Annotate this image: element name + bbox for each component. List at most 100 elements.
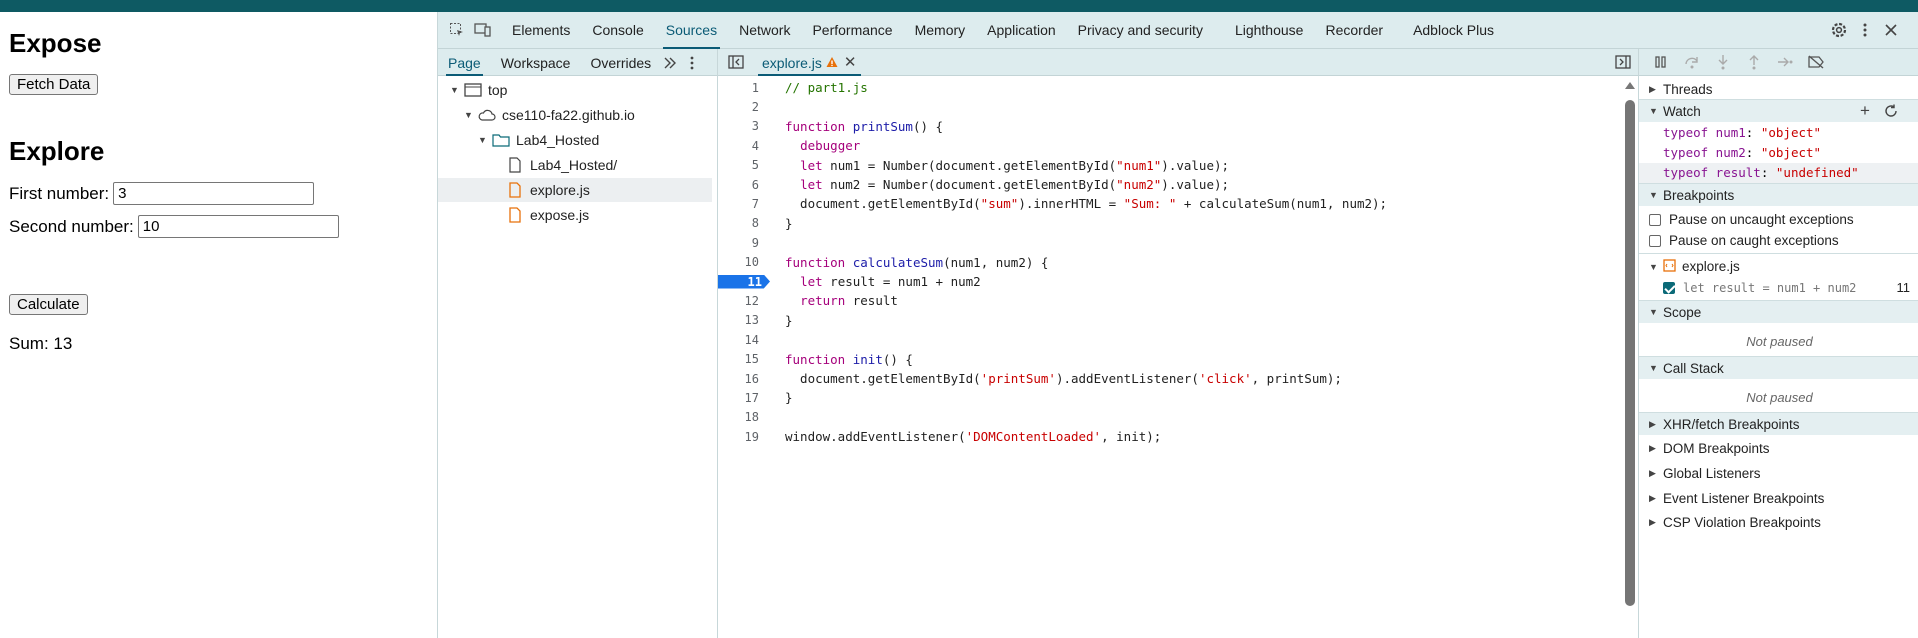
step-into-icon[interactable] bbox=[1707, 51, 1738, 73]
step-icon[interactable] bbox=[1769, 51, 1800, 73]
tab-recorder[interactable]: Recorder bbox=[1314, 12, 1394, 49]
tab-application[interactable]: Application bbox=[976, 12, 1067, 49]
second-number-input[interactable] bbox=[137, 215, 339, 238]
pause-caught-row[interactable]: Pause on caught exceptions bbox=[1649, 230, 1839, 251]
line-number[interactable]: 3 bbox=[718, 119, 761, 133]
settings-gear-icon[interactable] bbox=[1829, 20, 1849, 40]
code-line[interactable]: 10 function calculateSum(num1, num2) { bbox=[718, 253, 1618, 272]
chevron-more-tabs-icon[interactable] bbox=[660, 53, 680, 73]
tab-adblock-plus[interactable]: Adblock Plus bbox=[1402, 12, 1505, 49]
code-line[interactable]: 18 bbox=[718, 408, 1618, 427]
pause-uncaught-checkbox[interactable] bbox=[1649, 213, 1661, 226]
first-number-input[interactable] bbox=[113, 182, 315, 205]
device-toolbar-icon[interactable] bbox=[473, 20, 493, 40]
pause-caught-checkbox[interactable] bbox=[1649, 234, 1661, 247]
refresh-watch-icon[interactable] bbox=[1884, 104, 1898, 121]
tab-network[interactable]: Network bbox=[728, 12, 801, 49]
tab-elements[interactable]: Elements bbox=[501, 12, 581, 49]
nav-tab-workspace[interactable]: Workspace bbox=[491, 49, 581, 76]
line-number[interactable]: 5 bbox=[718, 158, 761, 172]
scope-section[interactable]: ▼ Scope bbox=[1639, 300, 1918, 323]
scroll-up-icon[interactable] bbox=[1625, 82, 1635, 89]
nav-tab-page[interactable]: Page bbox=[438, 49, 491, 76]
nav-tab-overrides[interactable]: Overrides bbox=[580, 49, 661, 76]
event-listener-breakpoints-section[interactable]: ▶ Event Listener Breakpoints bbox=[1639, 487, 1918, 510]
code-line[interactable]: 9 bbox=[718, 233, 1618, 252]
code-line[interactable]: 4 debugger bbox=[718, 136, 1618, 155]
watch-section[interactable]: ▼ Watch + bbox=[1639, 99, 1918, 122]
dom-breakpoints-section[interactable]: ▶ DOM Breakpoints bbox=[1639, 437, 1918, 460]
pause-resume-icon[interactable] bbox=[1645, 51, 1676, 73]
editor-tab-explore-js[interactable]: explore.js ✕ bbox=[754, 49, 865, 76]
line-number[interactable]: 4 bbox=[718, 139, 761, 153]
watch-expression[interactable]: typeof num1: "object" bbox=[1663, 123, 1821, 143]
line-number[interactable]: 16 bbox=[718, 372, 761, 386]
code-line[interactable]: 14 bbox=[718, 330, 1618, 349]
tab-performance[interactable]: Performance bbox=[801, 12, 903, 49]
code-line[interactable]: 16 document.getElementById('printSum').a… bbox=[718, 369, 1618, 388]
line-number[interactable]: 8 bbox=[718, 216, 761, 230]
editor-scrollbar[interactable] bbox=[1620, 76, 1638, 638]
tree-item-folder[interactable]: ▼ Lab4_Hosted bbox=[478, 128, 599, 152]
global-listeners-section[interactable]: ▶ Global Listeners bbox=[1639, 462, 1918, 485]
tab-console[interactable]: Console bbox=[581, 12, 654, 49]
toggle-debugger-sidebar-icon[interactable] bbox=[1613, 52, 1633, 72]
code-line[interactable]: 5 let num1 = Number(document.getElementB… bbox=[718, 156, 1618, 175]
code-line[interactable]: 8} bbox=[718, 214, 1618, 233]
tab-privacy-security[interactable]: Privacy and security bbox=[1067, 12, 1214, 49]
code-line[interactable]: 17} bbox=[718, 388, 1618, 407]
call-stack-section[interactable]: ▼ Call Stack bbox=[1639, 356, 1918, 379]
tree-item-domain[interactable]: ▼ cse110-fa22.github.io bbox=[464, 103, 635, 127]
watch-expression[interactable]: typeof num2: "object" bbox=[1663, 143, 1821, 163]
tree-item-explore-js[interactable]: explore.js bbox=[438, 178, 712, 202]
fetch-data-button[interactable]: Fetch Data bbox=[9, 74, 99, 95]
threads-section[interactable]: ▶ Threads bbox=[1639, 78, 1918, 101]
toggle-navigator-icon[interactable] bbox=[726, 52, 746, 72]
line-number[interactable]: 19 bbox=[718, 430, 761, 444]
breakpoint-marker[interactable]: 11 bbox=[718, 274, 770, 289]
line-number[interactable]: 2 bbox=[718, 100, 761, 114]
tab-sources[interactable]: Sources bbox=[655, 12, 728, 49]
code-line[interactable]: 3 function printSum() { bbox=[718, 117, 1618, 136]
bp-entry-row[interactable]: let result = num1 + num2 11 bbox=[1663, 277, 1918, 298]
navigator-menu-icon[interactable] bbox=[682, 53, 702, 73]
inspect-element-icon[interactable] bbox=[447, 20, 467, 40]
line-number[interactable]: 6 bbox=[718, 178, 761, 192]
line-number[interactable]: 15 bbox=[718, 352, 761, 366]
line-number[interactable]: 14 bbox=[718, 333, 761, 347]
step-over-icon[interactable] bbox=[1676, 51, 1707, 73]
watch-expression[interactable]: typeof result: "undefined" bbox=[1639, 163, 1918, 183]
tab-memory[interactable]: Memory bbox=[904, 12, 977, 49]
tree-item-top[interactable]: ▼ top bbox=[450, 78, 507, 102]
breakpoints-section[interactable]: ▼ Breakpoints bbox=[1639, 183, 1918, 206]
code-line[interactable]: 11 let result = num1 + num2 bbox=[718, 272, 1618, 291]
step-out-icon[interactable] bbox=[1738, 51, 1769, 73]
line-number[interactable]: 10 bbox=[718, 255, 761, 269]
line-number[interactable]: 7 bbox=[718, 197, 761, 211]
more-options-icon[interactable] bbox=[1855, 20, 1875, 40]
calculate-button[interactable]: Calculate bbox=[9, 294, 88, 315]
csp-violation-breakpoints-section[interactable]: ▶ CSP Violation Breakpoints bbox=[1639, 511, 1918, 534]
tree-item-index[interactable]: Lab4_Hosted/ bbox=[506, 153, 617, 177]
xhr-breakpoints-section[interactable]: ▶ XHR/fetch Breakpoints bbox=[1639, 412, 1918, 435]
scrollbar-thumb[interactable] bbox=[1625, 100, 1635, 606]
tree-item-expose-js[interactable]: expose.js bbox=[506, 203, 589, 227]
line-number[interactable]: 1 bbox=[718, 81, 761, 95]
close-devtools-icon[interactable] bbox=[1881, 20, 1901, 40]
code-line[interactable]: 6 let num2 = Number(document.getElementB… bbox=[718, 175, 1618, 194]
line-number[interactable]: 12 bbox=[718, 294, 761, 308]
add-watch-icon[interactable]: + bbox=[1860, 101, 1870, 121]
code-line[interactable]: 12 return result bbox=[718, 291, 1618, 310]
code-line[interactable]: 1 // part1.js bbox=[718, 78, 1618, 97]
code-line[interactable]: 15 function init() { bbox=[718, 350, 1618, 369]
line-number[interactable]: 13 bbox=[718, 313, 761, 327]
bp-entry-checkbox[interactable] bbox=[1663, 281, 1675, 294]
deactivate-breakpoints-icon[interactable] bbox=[1800, 51, 1831, 73]
code-line[interactable]: 2 bbox=[718, 97, 1618, 116]
line-number[interactable]: 9 bbox=[718, 236, 761, 250]
bp-file-row[interactable]: ▼ explore.js bbox=[1649, 256, 1740, 277]
code-lines[interactable]: 1 // part1.js 2 3 function printSum() {4 deb… bbox=[718, 76, 1620, 638]
tab-lighthouse[interactable]: Lighthouse bbox=[1224, 12, 1315, 49]
line-number[interactable]: 17 bbox=[718, 391, 761, 405]
code-line[interactable]: 7 document.getElementById("sum").innerHT… bbox=[718, 194, 1618, 213]
